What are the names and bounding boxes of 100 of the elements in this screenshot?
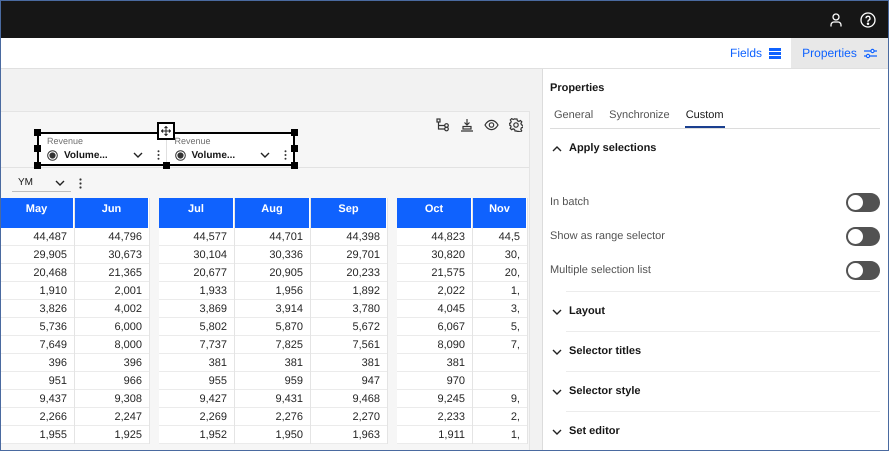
hierarchy-icon[interactable] — [436, 118, 450, 132]
chevron-down-icon — [552, 428, 562, 434]
table-cell: 30,673 — [75, 246, 149, 264]
resize-handle[interactable] — [34, 162, 41, 169]
column-header[interactable]: Aug — [235, 198, 310, 228]
table-cell: 3,914 — [235, 300, 310, 318]
toggle-switch[interactable] — [846, 226, 880, 246]
move-handle[interactable] — [157, 122, 175, 140]
table-cell: 1,892 — [311, 282, 387, 300]
table-cell: 381 — [235, 354, 310, 372]
section-header[interactable]: Selector titles — [550, 332, 880, 371]
column-header[interactable]: Jun — [75, 198, 149, 228]
resize-handle[interactable] — [291, 129, 298, 136]
more-icon[interactable] — [284, 150, 287, 160]
table-cell: 2,266 — [1, 408, 74, 426]
table-cell: 44,823 — [397, 228, 472, 246]
table-cell: 8,000 — [75, 336, 149, 354]
table-cell: 9,437 — [1, 390, 74, 408]
column-header[interactable]: Jul — [159, 198, 234, 228]
table-cell: 2,270 — [311, 408, 387, 426]
table-cell: 5,736 — [1, 318, 74, 336]
chevron-down-icon — [552, 348, 562, 354]
settings-icon[interactable] — [509, 118, 523, 132]
panel-tab[interactable]: Custom — [684, 103, 725, 128]
resize-handle[interactable] — [34, 129, 41, 136]
toggle-switch[interactable] — [846, 260, 880, 280]
table-cell: 21,365 — [75, 264, 149, 282]
table-cell: 20,468 — [1, 264, 74, 282]
table-cell: 396 — [75, 354, 149, 372]
table-cell: 1,925 — [75, 426, 149, 444]
more-icon[interactable] — [156, 150, 160, 160]
table-cell: 5,672 — [311, 318, 387, 336]
table-cell: 7,737 — [159, 336, 234, 354]
column-header[interactable]: Nov — [473, 198, 527, 228]
selector-value[interactable]: Volume... — [192, 148, 254, 162]
table-cell: 9,245 — [397, 390, 472, 408]
section-header[interactable]: Selector style — [550, 372, 880, 411]
align-icon[interactable] — [460, 118, 474, 132]
table-cell: 1,950 — [235, 426, 310, 444]
table-cell: 6,000 — [75, 318, 149, 336]
table-cell: 381 — [311, 354, 387, 372]
table-cell: 955 — [159, 372, 234, 390]
table-cell: 30,820 — [397, 246, 472, 264]
sliders-icon — [864, 48, 877, 58]
table-cell: 20,905 — [235, 264, 310, 282]
help-icon[interactable] — [860, 12, 876, 28]
table-cell: 1, — [473, 426, 527, 444]
column-header[interactable]: May — [1, 198, 74, 228]
section-header[interactable]: Set editor — [550, 412, 880, 450]
chevron-down-icon — [552, 308, 562, 314]
more-icon[interactable] — [79, 178, 82, 188]
table-cell: 1,933 — [159, 282, 234, 300]
table-cell: 7,649 — [1, 336, 74, 354]
toggle-switch[interactable] — [846, 192, 880, 212]
table-cell: 30,104 — [159, 246, 234, 264]
table-cell: 381 — [159, 354, 234, 372]
column-header[interactable]: Oct — [397, 198, 472, 228]
selector-widget[interactable]: Revenue Volume... Revenue Volume... — [37, 132, 295, 166]
selector-value[interactable]: Volume... — [64, 148, 126, 162]
table-cell: 1,911 — [397, 426, 472, 444]
table-cell: 3,826 — [1, 300, 74, 318]
header-tab[interactable]: Properties — [791, 38, 888, 68]
chevron-down-icon — [132, 152, 142, 158]
table-cell: 44,5 — [473, 228, 527, 246]
chevron-down-icon — [552, 388, 562, 394]
period-dropdown[interactable]: YM — [12, 174, 71, 192]
table-cell: 970 — [397, 372, 472, 390]
table-cell: 21,575 — [397, 264, 472, 282]
chevron-down-icon — [260, 152, 270, 158]
target-icon — [47, 150, 58, 160]
eye-icon[interactable] — [484, 119, 499, 131]
panel-tab[interactable]: General — [553, 103, 594, 128]
section-header[interactable]: Layout — [550, 292, 880, 331]
resize-handle[interactable] — [291, 145, 298, 152]
resize-handle[interactable] — [291, 162, 298, 169]
table-cell: 2,247 — [75, 408, 149, 426]
panel-tab[interactable]: Synchronize — [608, 103, 671, 128]
table-cell: 7, — [473, 336, 527, 354]
target-icon — [174, 150, 186, 160]
table-cell: 9,308 — [75, 390, 149, 408]
table-cell: 396 — [1, 354, 74, 372]
setting-label: Show as range selector — [550, 228, 665, 244]
user-icon[interactable] — [829, 12, 843, 26]
table-cell: 29,701 — [311, 246, 387, 264]
table-cell: 44,577 — [159, 228, 234, 246]
table-cell: 44,701 — [235, 228, 310, 246]
table-cell: 44,487 — [1, 228, 74, 246]
table-cell: 7,825 — [235, 336, 310, 354]
table-cell: 1,963 — [311, 426, 387, 444]
table-cell: 1, — [473, 282, 527, 300]
chevron-up-icon — [552, 146, 562, 152]
table-cell: 947 — [311, 372, 387, 390]
header-tab[interactable]: Fields — [720, 38, 791, 68]
resize-handle[interactable] — [163, 162, 170, 169]
section-header[interactable]: Apply selections — [550, 129, 880, 168]
table-cell: 5,870 — [235, 318, 310, 336]
column-header[interactable]: Sep — [311, 198, 387, 228]
resize-handle[interactable] — [34, 145, 41, 152]
setting-label: Multiple selection list — [550, 262, 651, 278]
table-cell: 1,956 — [235, 282, 310, 300]
